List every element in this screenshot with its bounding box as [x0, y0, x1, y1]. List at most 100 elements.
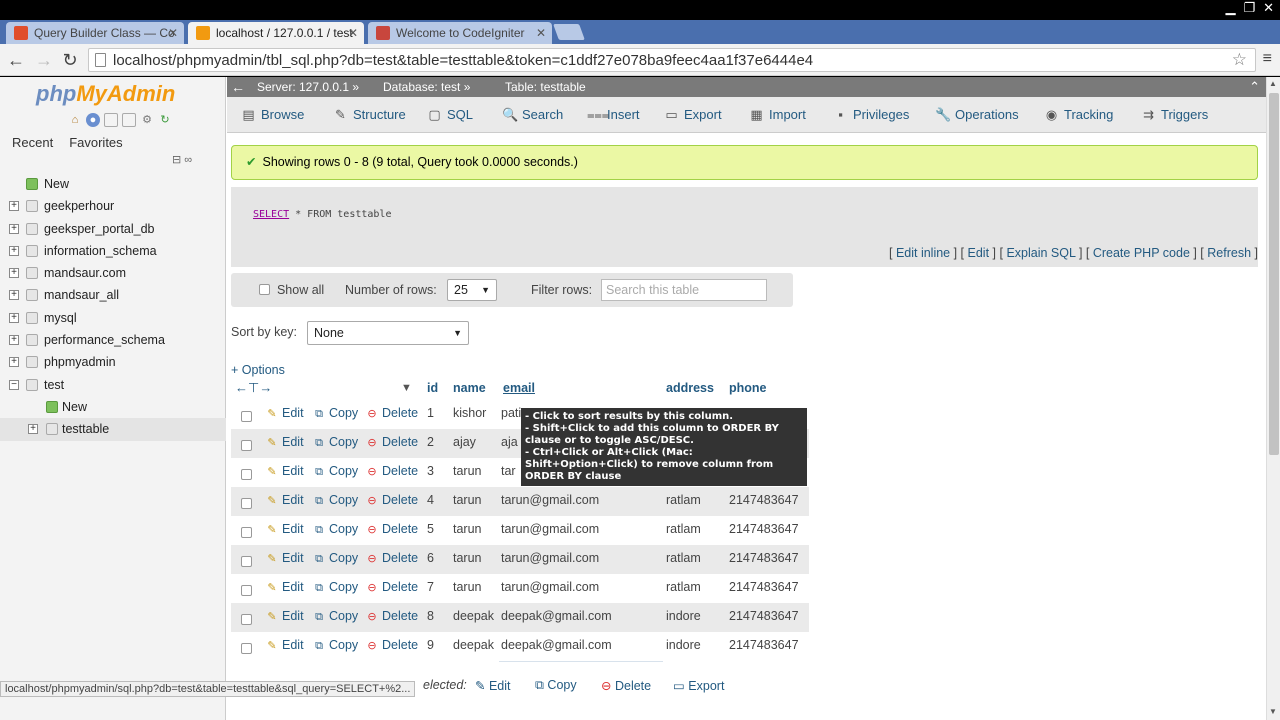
row-delete-button[interactable]: ⊖ Delete [365, 638, 418, 653]
row-delete-button[interactable]: ⊖ Delete [365, 609, 418, 624]
tab-sql[interactable]: ▢ SQL [427, 97, 473, 133]
create-php-code-link[interactable]: Create PHP code [1093, 246, 1190, 260]
row-delete-button[interactable]: ⊖ Delete [365, 406, 418, 421]
minimize-icon[interactable]: ▁ [1225, 0, 1235, 20]
reload-icon[interactable]: ↻ [60, 50, 80, 70]
cell-id[interactable]: 2 [427, 435, 434, 449]
row-edit-button[interactable]: ✎ Edit [265, 580, 303, 595]
cell-phone[interactable]: 2147483647 [729, 493, 799, 507]
row-delete-button[interactable]: ⊖ Delete [365, 464, 418, 479]
row-edit-button[interactable]: ✎ Edit [265, 493, 303, 508]
cell-email[interactable]: deepak@gmail.com [501, 638, 612, 652]
row-edit-button[interactable]: ✎ Edit [265, 464, 303, 479]
tree-item-testtable[interactable]: + testtable [0, 418, 226, 441]
breadcrumb-server[interactable]: Server: 127.0.0.1 » [257, 77, 359, 97]
cell-email[interactable]: tar [501, 464, 516, 478]
row-delete-button[interactable]: ⊖ Delete [365, 522, 418, 537]
row-copy-button[interactable]: ⧉ Copy [312, 609, 358, 624]
row-checkbox[interactable] [241, 585, 252, 596]
tab-search[interactable]: 🔍 Search [502, 97, 563, 133]
cell-id[interactable]: 3 [427, 464, 434, 478]
cell-phone[interactable]: 2147483647 [729, 609, 799, 623]
bulk-delete-button[interactable]: ⊖ Delete [601, 678, 651, 693]
edit-inline-link[interactable]: Edit inline [896, 246, 950, 260]
cell-id[interactable]: 4 [427, 493, 434, 507]
row-copy-button[interactable]: ⧉ Copy [312, 638, 358, 653]
tab-close-icon[interactable]: ✕ [536, 22, 546, 44]
cell-address[interactable]: indore [666, 609, 701, 623]
bulk-export-button[interactable]: ▭ Export [673, 678, 724, 693]
row-checkbox[interactable] [241, 643, 252, 654]
row-delete-button[interactable]: ⊖ Delete [365, 435, 418, 450]
expand-icon[interactable]: + [9, 268, 19, 279]
row-checkbox[interactable] [241, 411, 252, 422]
row-copy-button[interactable]: ⧉ Copy [312, 580, 358, 595]
rows-select[interactable]: 25 ▼ [447, 279, 497, 301]
edit-link[interactable]: Edit [968, 246, 990, 260]
tab-triggers[interactable]: ⇉ Triggers [1141, 97, 1208, 133]
bookmark-star-icon[interactable]: ☆ [1232, 50, 1247, 70]
tree-item-db[interactable]: + information_schema [0, 240, 226, 262]
row-checkbox[interactable] [241, 614, 252, 625]
maximize-icon[interactable]: ❐ [1243, 0, 1255, 20]
row-checkbox[interactable] [241, 498, 252, 509]
cell-address[interactable]: indore [666, 638, 701, 652]
resize-arrows-icon[interactable]: ←⊤→ [235, 380, 272, 396]
row-edit-button[interactable]: ✎ Edit [265, 522, 303, 537]
row-edit-button[interactable]: ✎ Edit [265, 551, 303, 566]
row-copy-button[interactable]: ⧉ Copy [312, 551, 358, 566]
scroll-down-icon[interactable]: ▼ [1269, 707, 1277, 716]
tree-item-db[interactable]: + geeksper_portal_db [0, 218, 226, 240]
options-link[interactable]: + Options [231, 363, 285, 377]
cell-phone[interactable]: 2147483647 [729, 522, 799, 536]
tab-tracking[interactable]: ◉ Tracking [1044, 97, 1114, 133]
tab-import[interactable]: ▦ Import [749, 97, 806, 133]
expand-icon[interactable]: + [9, 290, 19, 301]
tab-export[interactable]: ▭ Export [664, 97, 721, 133]
expand-icon[interactable]: + [9, 245, 19, 256]
tree-item-new-table[interactable]: New [0, 396, 226, 418]
cell-name[interactable]: tarun [453, 464, 482, 478]
cell-email[interactable]: tarun@gmail.com [501, 493, 599, 507]
expand-icon[interactable]: + [9, 201, 19, 212]
row-checkbox[interactable] [241, 440, 252, 451]
row-copy-button[interactable]: ⧉ Copy [312, 464, 358, 479]
collapse-icon[interactable]: − [9, 379, 19, 390]
cell-name[interactable]: deepak [453, 638, 494, 652]
new-tab-button[interactable] [553, 24, 585, 40]
column-header-phone[interactable]: phone [729, 381, 767, 395]
cell-id[interactable]: 5 [427, 522, 434, 536]
cell-id[interactable]: 8 [427, 609, 434, 623]
cell-name[interactable]: kishor [453, 406, 486, 420]
scroll-up-icon[interactable]: ▲ [1269, 79, 1277, 88]
cell-id[interactable]: 7 [427, 580, 434, 594]
bulk-edit-button[interactable]: ✎ Edit [475, 678, 511, 693]
filter-rows-input[interactable]: Search this table [601, 279, 767, 301]
tab-privileges[interactable]: ▪ Privileges [833, 97, 909, 133]
cell-email[interactable]: aja [501, 435, 518, 449]
row-edit-button[interactable]: ✎ Edit [265, 609, 303, 624]
collapse-breadcrumb-icon[interactable]: ⌃ [1249, 77, 1260, 97]
tree-item-db[interactable]: + mandsaur_all [0, 284, 226, 306]
tree-item-db-test[interactable]: − test [0, 374, 226, 396]
row-checkbox[interactable] [241, 556, 252, 567]
row-copy-button[interactable]: ⧉ Copy [312, 435, 358, 450]
cell-email[interactable]: tarun@gmail.com [501, 580, 599, 594]
row-delete-button[interactable]: ⊖ Delete [365, 580, 418, 595]
tree-item-db[interactable]: + mysql [0, 307, 226, 329]
expand-icon[interactable]: + [9, 223, 19, 234]
cell-address[interactable]: ratlam [666, 551, 701, 565]
breadcrumb-table[interactable]: Table: testtable [505, 77, 586, 97]
cell-name[interactable]: tarun [453, 551, 482, 565]
cell-name[interactable]: ajay [453, 435, 476, 449]
row-edit-button[interactable]: ✎ Edit [265, 406, 303, 421]
sql-docs-icon[interactable] [122, 113, 136, 127]
page-scrollbar[interactable]: ▲ ▼ [1266, 77, 1280, 720]
settings-gear-icon[interactable]: ⚙ [140, 113, 154, 127]
column-header-name[interactable]: name [453, 381, 486, 395]
favorites-tab[interactable]: Favorites [65, 133, 126, 152]
bulk-copy-button[interactable]: ⧉ Copy [535, 678, 577, 693]
browser-tab-active[interactable]: localhost / 127.0.0.1 / test ✕ [188, 22, 364, 44]
back-icon[interactable]: ← [6, 50, 26, 70]
cell-name[interactable]: deepak [453, 609, 494, 623]
